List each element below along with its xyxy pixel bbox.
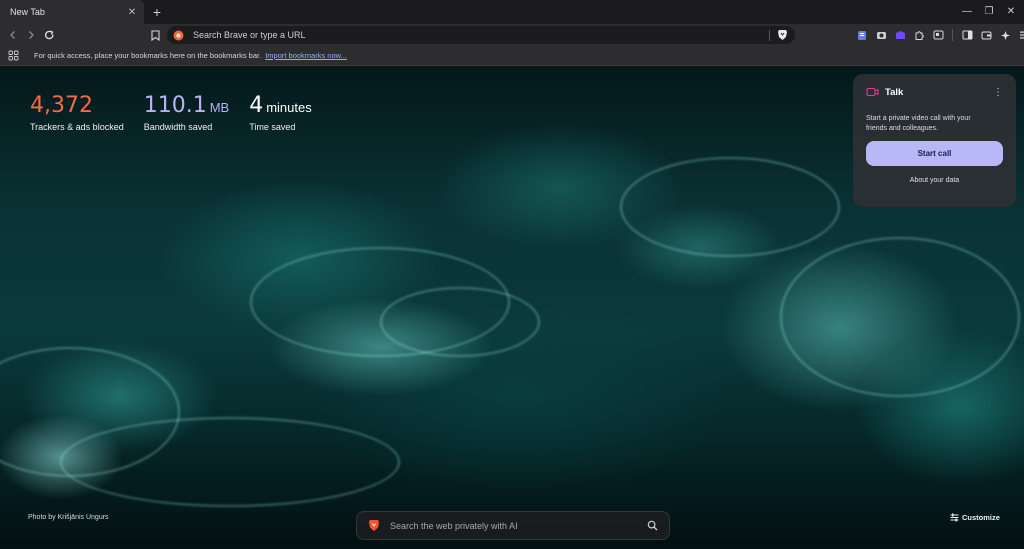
tab-strip: New Tab ✕ + — ❐ ✕ [0,0,1024,24]
background-wave [620,157,840,257]
window-controls: — ❐ ✕ [958,2,1020,20]
search-icon[interactable] [645,519,659,533]
import-bookmarks-link[interactable]: Import bookmarks now... [265,51,347,60]
screenshot-extension-icon[interactable] [930,27,946,43]
wallet-icon[interactable] [978,27,994,43]
background-wave [780,237,1020,397]
privacy-stats: 4,372 Trackers & ads blocked 110.1 MB Ba… [30,93,312,132]
apps-grid-icon[interactable] [6,49,20,63]
window-close-icon[interactable]: ✕ [1002,2,1020,20]
proton-extension-icon[interactable] [892,27,908,43]
time-count: 4 [249,93,264,118]
sidebar-icon[interactable] [959,27,975,43]
bandwidth-count: 110.1 [143,93,207,118]
start-call-button[interactable]: Start call [866,141,1003,166]
reload-icon[interactable] [40,26,58,44]
camera-extension-icon[interactable] [873,27,889,43]
sliders-icon [950,513,959,522]
close-icon[interactable]: ✕ [124,4,140,20]
bandwidth-unit: MB [209,100,230,115]
stat-time: 4 minutes Time saved [249,93,312,132]
customize-label: Customize [962,513,1000,522]
trackers-count: 4,372 [30,93,93,118]
menu-icon[interactable] [1016,27,1024,43]
toolbar-divider [952,29,953,41]
extensions-row [854,27,1024,43]
restore-icon[interactable]: ❐ [980,2,998,20]
bookmarks-bar: For quick access, place your bookmarks h… [0,46,1024,66]
back-icon[interactable] [4,26,22,44]
tab-new-tab[interactable]: New Tab ✕ [0,0,144,24]
video-camera-icon [866,87,879,98]
bookmark-icon[interactable] [146,26,164,44]
tab-title: New Tab [10,7,45,17]
ntp-search-input[interactable] [390,520,645,531]
brave-lion-icon [367,519,381,533]
brave-shields-icon[interactable] [776,29,788,41]
new-tab-button[interactable]: + [148,3,166,21]
more-options-icon[interactable]: ⋮ [993,86,1003,98]
time-unit: minutes [266,100,312,115]
minimize-icon[interactable]: — [958,2,976,20]
stat-bandwidth: 110.1 MB Bandwidth saved [144,93,229,132]
talk-widget: Talk ⋮ Start a private video call with y… [853,74,1016,207]
background-wave [60,417,400,507]
ntp-search-box[interactable] [356,511,670,540]
address-bar[interactable]: Search Brave or type a URL [167,26,795,44]
stat-trackers: 4,372 Trackers & ads blocked [30,93,124,132]
about-your-data-link[interactable]: About your data [866,177,1003,184]
bandwidth-label: Bandwidth saved [143,122,213,132]
bookmarks-hint: For quick access, place your bookmarks h… [34,51,262,60]
forward-icon[interactable] [22,26,40,44]
talk-title: Talk [885,86,904,98]
new-tab-page: 4,372 Trackers & ads blocked 110.1 MB Ba… [0,67,1024,549]
address-bar-text: Search Brave or type a URL [193,30,306,40]
leo-ai-icon[interactable] [997,27,1013,43]
document-extension-icon[interactable] [854,27,870,43]
brave-search-icon [172,29,184,41]
address-bar-divider [769,29,770,41]
photo-credit[interactable]: Photo by Krišjānis Ungurs [28,514,109,521]
trackers-label: Trackers & ads blocked [30,122,124,132]
puzzle-extensions-icon[interactable] [911,27,927,43]
background-wave [380,287,540,357]
talk-description: Start a private video call with your fri… [866,115,971,132]
toolbar: Search Brave or type a URL [0,24,1024,46]
time-label: Time saved [249,122,296,132]
customize-button[interactable]: Customize [950,513,1000,522]
